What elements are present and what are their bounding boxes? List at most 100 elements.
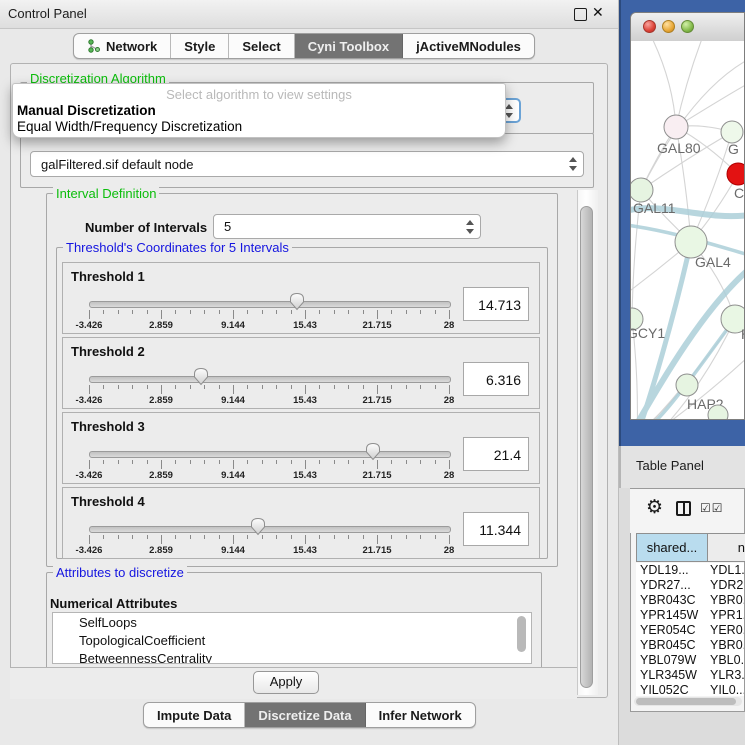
threshold-value-field[interactable]: 6.316 [463,362,529,396]
tick-mark [190,385,191,389]
threshold-value-field[interactable]: 14.713 [463,287,529,321]
close-icon[interactable]: ✕ [592,4,604,21]
checkboxes-icon[interactable]: ☑☑ [700,501,724,515]
control-panel-titlebar [0,0,618,29]
tick-label: 9.144 [201,545,265,556]
tick-mark [276,460,277,464]
tab-label: Network [106,39,157,54]
tick-label: 28 [417,395,481,406]
tick-mark [204,310,205,314]
threshold-label: Threshold 1 [71,269,145,284]
table-row[interactable]: YBR045CYBR0... [636,638,744,653]
tab-select[interactable]: Select [229,34,294,58]
tick-mark [406,310,407,314]
split-columns-icon[interactable] [676,501,691,516]
network-node[interactable] [721,121,743,143]
tick-mark [262,460,263,464]
cell-name: YBR0... [710,593,744,608]
network-node[interactable] [727,163,744,185]
cell-shared-name: YPR145W [636,608,710,623]
attribute-list-item[interactable]: SelfLoops [53,613,531,631]
slider-track[interactable] [89,376,451,383]
tab-impute-data[interactable]: Impute Data [144,703,245,727]
tick-label: 28 [417,470,481,481]
table-panel-title: Table Panel [636,458,704,473]
node-label: C [734,185,744,201]
attribute-list-item[interactable]: TopologicalCoefficient [53,631,531,649]
tick-label: 21.715 [345,395,409,406]
node-label: GAL80 [657,140,701,156]
tick-mark [291,535,292,539]
attribute-list-item[interactable]: BetweennessCentrality [53,649,531,664]
tick-label: 15.43 [273,320,337,331]
numerical-attributes-list[interactable]: SelfLoopsTopologicalCoefficientBetweenne… [52,612,532,664]
close-traffic-light-icon[interactable] [643,20,656,33]
network-canvas[interactable]: GAL80GCGAL11GAL4GCY1HHAP2 [631,41,744,419]
tick-mark [219,460,220,464]
tick-mark [233,385,234,394]
tick-mark [233,535,234,544]
tick-mark [391,385,392,389]
menu-item-manual-discretization[interactable]: Manual Discretization [17,103,156,118]
tick-mark [161,460,162,469]
table-row[interactable]: YLR345WYLR3... [636,668,744,683]
tab-discretize-data[interactable]: Discretize Data [245,703,365,727]
slider-track[interactable] [89,451,451,458]
tick-mark [305,310,306,319]
slider-thumb[interactable] [365,442,381,461]
tick-label: -3.426 [57,395,121,406]
threshold-list: Threshold 1 -3.4262.8599.14415.4321.7152… [62,262,540,562]
slider-thumb[interactable] [250,517,266,536]
number-of-intervals-combo[interactable]: 5 [213,214,481,239]
table-data-combo[interactable]: galFiltered.sif default node [30,151,584,177]
table-row[interactable]: YBR043CYBR0... [636,593,744,608]
tick-mark [175,310,176,314]
table-row[interactable]: YPR145WYPR1... [636,608,744,623]
apply-button[interactable]: Apply [253,671,319,694]
threshold-value-field[interactable]: 21.4 [463,437,529,471]
menu-item-equal-width-frequency[interactable]: Equal Width/Frequency Discretization [17,119,242,134]
column-header-shared-name[interactable]: shared... [636,533,708,562]
float-window-icon[interactable] [574,8,587,21]
table-row[interactable]: YER054CYER0... [636,623,744,638]
tab-cyni-toolbox[interactable]: Cyni Toolbox [295,34,403,58]
cell-name: YBL0... [710,653,744,668]
column-header-name[interactable]: n [708,533,745,562]
slider-thumb[interactable] [193,367,209,386]
tick-label: 21.715 [345,470,409,481]
slider-track[interactable] [89,301,451,308]
minimize-traffic-light-icon[interactable] [662,20,675,33]
tick-mark [204,535,205,539]
bottom-tab-bar: Impute DataDiscretize DataInfer Network [143,702,476,728]
gear-icon[interactable]: ⚙ [646,498,663,517]
cell-shared-name: YDL19... [636,563,710,578]
table-row[interactable]: YIL052CYIL0... [636,683,744,696]
tick-mark [377,310,378,319]
network-node[interactable] [676,374,698,396]
cell-name: YDL1... [710,563,744,578]
tick-mark [103,535,104,539]
tab-infer-network[interactable]: Infer Network [366,703,475,727]
tick-mark [175,535,176,539]
list-scrollbar-thumb[interactable] [517,616,526,652]
tab-jactivemnodules[interactable]: jActiveMNodules [403,34,534,58]
table-row[interactable]: YDR27...YDR2... [636,578,744,593]
tab-network[interactable]: Network [74,34,171,58]
tick-mark [334,535,335,539]
zoom-traffic-light-icon[interactable] [681,20,694,33]
network-node[interactable] [631,178,653,202]
table-rows[interactable]: YDL19...YDL1...YDR27...YDR2...YBR043CYBR… [636,563,744,696]
threshold-value-field[interactable]: 11.344 [463,512,529,546]
slider-thumb[interactable] [289,292,305,311]
network-node[interactable] [664,115,688,139]
scrollbar-thumb[interactable] [580,206,593,688]
tab-style[interactable]: Style [171,34,229,58]
network-window-titlebar[interactable] [631,13,744,42]
table-row[interactable]: YBL079WYBL0... [636,653,744,668]
slider-track[interactable] [89,526,451,533]
table-row[interactable]: YDL19...YDL1... [636,563,744,578]
tick-mark [118,310,119,314]
horizontal-scrollbar-thumb[interactable] [636,698,736,705]
cell-name: YBR0... [710,638,744,653]
tick-mark [348,310,349,314]
